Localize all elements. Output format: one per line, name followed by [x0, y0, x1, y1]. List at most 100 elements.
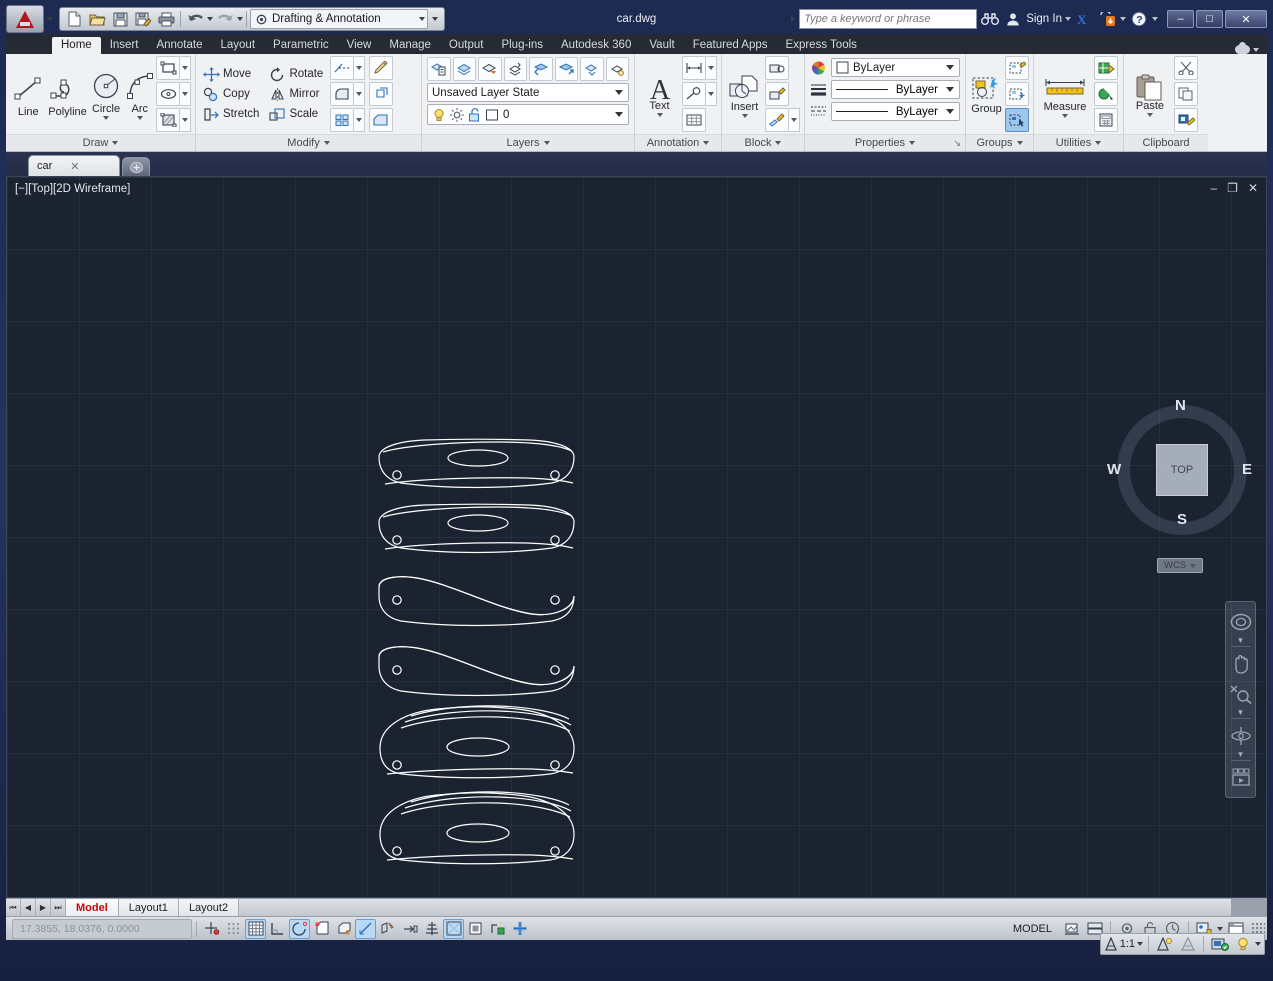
qat-customize-arrow[interactable] [432, 17, 438, 21]
maximize-button[interactable]: □ [1196, 10, 1223, 28]
orbit-icon[interactable] [1227, 722, 1254, 749]
showmotion-icon[interactable] [1227, 764, 1254, 791]
trim-icon[interactable] [330, 56, 355, 80]
orbit-dropdown-arrow[interactable]: ▾ [1238, 750, 1243, 759]
tab-view[interactable]: View [338, 37, 381, 54]
array-icon[interactable] [330, 108, 355, 132]
file-tab-car[interactable]: car ✕ [28, 155, 120, 176]
leader-icon[interactable] [682, 82, 706, 106]
minimize-button[interactable]: – [1167, 10, 1194, 28]
layer-unisolate-icon[interactable] [605, 57, 629, 81]
ortho-mode-toggle[interactable] [267, 919, 288, 939]
copy-icon[interactable] [1174, 82, 1198, 106]
ellipse-icon[interactable] [156, 82, 180, 106]
viewcube-west[interactable]: W [1107, 461, 1121, 478]
arc-tool[interactable]: Arc [125, 68, 155, 120]
tab-annotate[interactable]: Annotate [147, 37, 211, 54]
tab-output[interactable]: Output [440, 37, 493, 54]
linetype-arrow[interactable] [946, 87, 954, 92]
dynamic-ucs-toggle[interactable] [377, 919, 398, 939]
current-layer-dropdown[interactable]: 0 [427, 104, 629, 125]
polar-tracking-toggle[interactable] [289, 918, 310, 939]
circle-dropdown-arrow[interactable] [103, 116, 110, 120]
help-icon[interactable]: ? [1129, 9, 1149, 29]
dynamic-input-toggle[interactable] [399, 919, 420, 939]
close-button[interactable]: ✕ [1225, 10, 1267, 28]
open-button[interactable] [86, 9, 108, 29]
sign-in-button[interactable]: Sign In [1026, 13, 1062, 25]
panel-title-modify[interactable]: Modify [196, 134, 421, 151]
steering-wheel-icon[interactable] [1227, 608, 1254, 635]
object-color-dropdown[interactable]: ByLayer [831, 58, 960, 77]
status-customize-arrow[interactable] [1255, 942, 1261, 946]
layout-bar-grip[interactable] [1231, 899, 1267, 916]
properties-dialog-launcher-icon[interactable]: ↘ [953, 138, 961, 149]
utilities-panel-expand-arrow[interactable] [1095, 141, 1102, 145]
panel-title-layers[interactable]: Layers [422, 134, 634, 151]
layer-match-icon[interactable] [580, 57, 604, 81]
arc-dropdown-arrow[interactable] [136, 116, 143, 120]
insert-tool[interactable]: Insert [726, 71, 763, 118]
panel-title-properties[interactable]: Properties ↘ [805, 134, 965, 151]
zoom-dropdown-arrow[interactable]: ▾ [1238, 708, 1243, 717]
redo-button[interactable] [214, 9, 236, 29]
table-icon[interactable] [682, 108, 706, 132]
object-snap-tracking-toggle[interactable] [355, 918, 376, 939]
groups-panel-expand-arrow[interactable] [1016, 141, 1023, 145]
tab-layout[interactable]: Layout [212, 37, 265, 54]
current-layer-arrow[interactable] [615, 112, 623, 117]
copy-tool[interactable]: Copy [200, 86, 262, 103]
insert-dropdown-arrow[interactable] [741, 113, 748, 118]
annotation-visibility-icon[interactable] [1154, 934, 1175, 954]
dimension-icon[interactable] [682, 56, 706, 80]
model-space-icon[interactable] [1061, 919, 1082, 939]
edit-attribute-dropdown-arrow[interactable] [789, 108, 800, 132]
undo-dropdown-arrow[interactable] [207, 17, 213, 21]
stretch-tool[interactable]: Stretch [200, 106, 262, 123]
leader-dropdown-arrow[interactable] [706, 82, 717, 106]
redo-dropdown-arrow[interactable] [237, 17, 243, 21]
layout-first-button[interactable]: ⏮ [6, 899, 21, 916]
measure-tool[interactable]: Measure [1038, 70, 1092, 118]
wcs-dropdown-arrow[interactable] [1190, 563, 1197, 568]
autodesk-exchange-icon[interactable]: X [1074, 9, 1094, 29]
search-input[interactable] [804, 13, 973, 25]
text-dropdown-arrow[interactable] [656, 113, 663, 117]
group-selection-on-icon[interactable] [1005, 108, 1029, 132]
layout-tab-model[interactable]: Model [66, 899, 119, 916]
updates-dropdown-arrow[interactable] [1120, 17, 1126, 21]
viewcube-top-face[interactable]: TOP [1156, 444, 1208, 496]
undo-button[interactable] [184, 9, 206, 29]
cut-scissors-icon[interactable] [1174, 56, 1198, 80]
steering-wheel-dropdown-arrow[interactable]: ▾ [1238, 636, 1243, 645]
layout-next-button[interactable]: ▶ [36, 899, 51, 916]
drawing-viewport[interactable]: [−][Top][2D Wireframe] – ❐ ✕ TOP N S W E… [6, 176, 1267, 898]
layer-make-current-icon[interactable] [554, 57, 578, 81]
rotate-tool[interactable]: Rotate [266, 66, 326, 83]
calculator-icon[interactable] [1094, 108, 1118, 132]
tab-plugins[interactable]: Plug-ins [492, 37, 552, 54]
search-field-wrapper[interactable] [799, 9, 978, 29]
properties-panel-expand-arrow[interactable] [909, 141, 916, 145]
block-panel-expand-arrow[interactable] [775, 141, 782, 145]
tab-vault[interactable]: Vault [640, 37, 683, 54]
lineweight-arrow[interactable] [946, 109, 954, 114]
workspace-switch-icon[interactable] [1209, 934, 1230, 954]
draw-panel-expand-arrow[interactable] [112, 141, 119, 145]
tab-home[interactable]: Home [52, 37, 101, 54]
transparency-toggle[interactable] [443, 918, 464, 939]
paste-dropdown-arrow[interactable] [1147, 113, 1153, 117]
cloud-icon[interactable] [1235, 42, 1250, 54]
annotation-panel-expand-arrow[interactable] [703, 141, 710, 145]
tab-insert[interactable]: Insert [101, 37, 148, 54]
annotation-scale-value[interactable]: 1:1 [1120, 938, 1135, 950]
application-menu-arrow[interactable] [47, 17, 53, 21]
new-tab-icon[interactable] [122, 157, 150, 176]
modify-panel-expand-arrow[interactable] [323, 141, 330, 145]
viewcube-east[interactable]: E [1242, 461, 1252, 478]
zoom-extents-icon[interactable] [1227, 680, 1254, 707]
quick-calc-icon[interactable] [1094, 82, 1118, 106]
linetype-dropdown[interactable]: ByLayer [831, 80, 960, 99]
trim-dropdown-arrow[interactable] [354, 56, 366, 80]
dimension-dropdown-arrow[interactable] [706, 56, 717, 80]
